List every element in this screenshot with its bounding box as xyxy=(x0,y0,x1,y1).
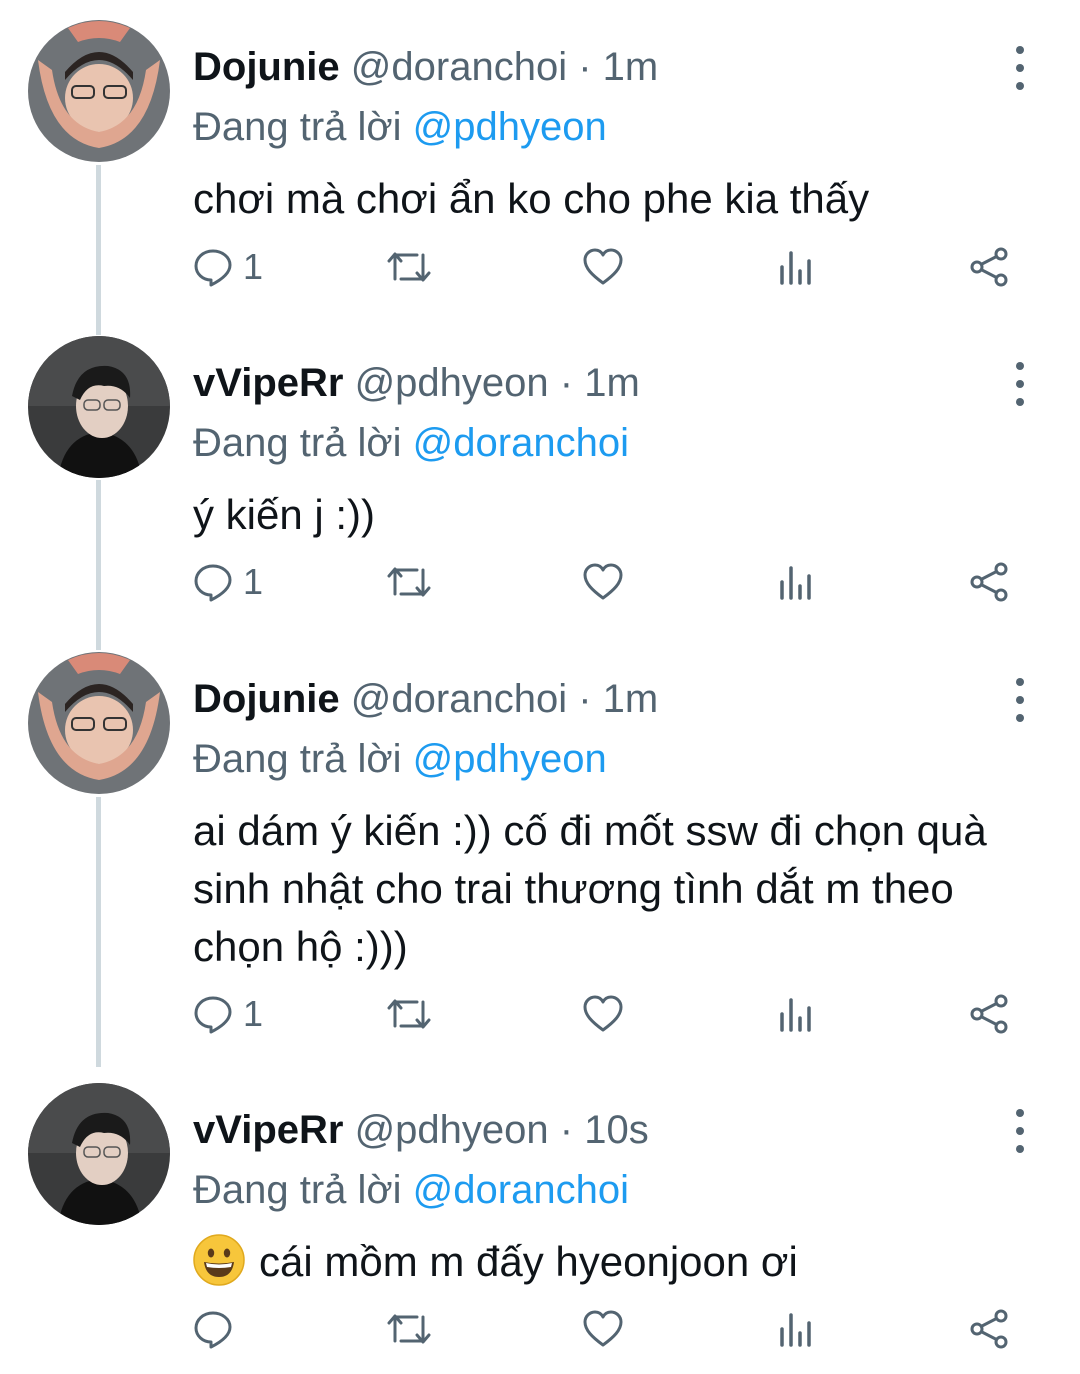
tweet-actions xyxy=(0,1304,1080,1354)
like-icon xyxy=(583,563,623,600)
retweet-button[interactable] xyxy=(385,989,433,1039)
display-name[interactable]: vVipeRr xyxy=(193,361,343,405)
analytics-icon xyxy=(780,1313,811,1347)
retweet-button[interactable] xyxy=(385,1304,433,1354)
separator-dot: · xyxy=(559,1108,574,1152)
grinning-face-emoji xyxy=(193,1234,245,1286)
separator-dot: · xyxy=(578,45,592,89)
like-button[interactable] xyxy=(582,1304,624,1354)
more-vertical-icon[interactable] xyxy=(1000,1109,1040,1153)
retweet-icon xyxy=(387,999,431,1029)
tweet-header: Dojunie @doranchoi · 1m xyxy=(193,42,658,92)
share-button[interactable] xyxy=(968,1304,1010,1354)
username[interactable]: @pdhyeon xyxy=(355,361,549,405)
like-button[interactable] xyxy=(582,242,624,292)
tweet-actions: 1 xyxy=(0,242,1080,292)
reply-button[interactable]: 1 xyxy=(193,989,263,1039)
like-icon xyxy=(583,248,623,285)
replying-to: Đang trả lời @doranchoi xyxy=(193,1165,629,1215)
analytics-button[interactable] xyxy=(778,557,814,607)
avatar[interactable] xyxy=(28,20,170,162)
tweet-header: Dojunie @doranchoi · 1m xyxy=(193,674,658,724)
reply-icon xyxy=(194,996,232,1034)
retweet-icon xyxy=(387,252,431,282)
avatar-photo xyxy=(28,20,170,162)
reply-count: 1 xyxy=(243,246,264,287)
analytics-button[interactable] xyxy=(778,989,814,1039)
more-vertical-icon[interactable] xyxy=(1000,678,1040,722)
reply-icon xyxy=(194,1311,232,1349)
like-button[interactable] xyxy=(582,989,624,1039)
tweet-text: ý kiến j :)) xyxy=(193,491,376,538)
tweet-text: ai dám ý kiến :)) cố đi mốt ssw đi chọn … xyxy=(193,807,987,970)
retweet-icon xyxy=(387,567,431,597)
mention-link[interactable]: @doranchoi xyxy=(413,421,629,465)
tweet-header: vVipeRr @pdhyeon · 1m xyxy=(193,358,640,408)
avatar-photo xyxy=(28,1083,170,1225)
avatar[interactable] xyxy=(28,336,170,478)
replying-to-label: Đang trả lời xyxy=(193,1168,402,1212)
avatar-photo xyxy=(28,336,170,478)
reply-button[interactable] xyxy=(193,1304,243,1354)
reply-icon xyxy=(194,249,232,287)
tweet-text-container: cái mồm m đấy hyeonjoon ơi xyxy=(193,1233,1053,1291)
tweet-text: chơi mà chơi ẩn ko cho phe kia thấy xyxy=(193,175,870,222)
retweet-icon xyxy=(387,1314,431,1344)
share-button[interactable] xyxy=(968,242,1010,292)
retweet-button[interactable] xyxy=(385,557,433,607)
mention-link[interactable]: @pdhyeon xyxy=(413,737,607,781)
reply-count: 1 xyxy=(243,561,264,602)
separator-dot: · xyxy=(578,677,592,721)
replying-to: Đang trả lời @pdhyeon xyxy=(193,734,607,784)
replying-to: Đang trả lời @doranchoi xyxy=(193,418,629,468)
username[interactable]: @doranchoi xyxy=(351,677,567,721)
tweet-actions: 1 xyxy=(0,557,1080,607)
retweet-button[interactable] xyxy=(385,242,433,292)
username[interactable]: @pdhyeon xyxy=(355,1108,549,1152)
analytics-button[interactable] xyxy=(778,1304,814,1354)
tweet-actions: 1 xyxy=(0,989,1080,1039)
more-vertical-icon[interactable] xyxy=(1000,46,1040,90)
like-icon xyxy=(583,995,623,1032)
separator-dot: · xyxy=(559,361,574,405)
reply-icon xyxy=(194,564,232,602)
replying-to-label: Đang trả lời xyxy=(193,105,402,149)
tweet-text: cái mồm m đấy hyeonjoon ơi xyxy=(259,1238,798,1285)
replying-to-label: Đang trả lời xyxy=(193,421,402,465)
reply-button[interactable]: 1 xyxy=(193,242,263,292)
more-vertical-icon[interactable] xyxy=(1000,362,1040,406)
avatar[interactable] xyxy=(28,1083,170,1225)
timestamp[interactable]: 1m xyxy=(584,361,640,405)
reply-button[interactable]: 1 xyxy=(193,557,263,607)
analytics-icon xyxy=(780,251,811,285)
display-name[interactable]: vVipeRr xyxy=(193,1108,343,1152)
like-button[interactable] xyxy=(582,557,624,607)
share-icon xyxy=(970,1309,1008,1349)
username[interactable]: @doranchoi xyxy=(351,45,567,89)
share-button[interactable] xyxy=(968,989,1010,1039)
reply-count: 1 xyxy=(243,993,264,1034)
share-icon xyxy=(970,994,1008,1034)
replying-to: Đang trả lời @pdhyeon xyxy=(193,102,607,152)
mention-link[interactable]: @pdhyeon xyxy=(413,105,607,149)
share-icon xyxy=(970,562,1008,602)
display-name[interactable]: Dojunie xyxy=(193,45,340,89)
replying-to-label: Đang trả lời xyxy=(193,737,402,781)
tweet-header: vVipeRr @pdhyeon · 10s xyxy=(193,1105,649,1155)
display-name[interactable]: Dojunie xyxy=(193,677,340,721)
timestamp[interactable]: 1m xyxy=(603,45,659,89)
like-icon xyxy=(583,1310,623,1347)
timestamp[interactable]: 1m xyxy=(603,677,659,721)
analytics-icon xyxy=(780,566,811,600)
analytics-icon xyxy=(780,998,811,1032)
avatar-photo xyxy=(28,652,170,794)
analytics-button[interactable] xyxy=(778,242,814,292)
mention-link[interactable]: @doranchoi xyxy=(413,1168,629,1212)
share-icon xyxy=(970,247,1008,287)
avatar[interactable] xyxy=(28,652,170,794)
timestamp[interactable]: 10s xyxy=(584,1108,649,1152)
share-button[interactable] xyxy=(968,557,1010,607)
